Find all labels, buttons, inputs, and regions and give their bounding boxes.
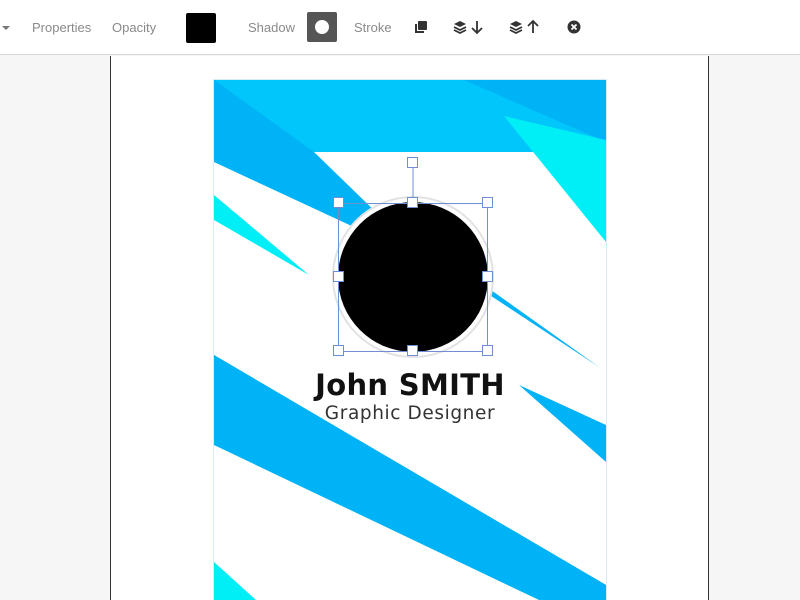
shadow-label: Shadow xyxy=(248,20,295,35)
send-backward-button[interactable] xyxy=(452,14,486,40)
avatar-placeholder[interactable] xyxy=(336,202,490,356)
resize-handle-s[interactable] xyxy=(407,345,418,356)
person-job-title[interactable]: Graphic Designer xyxy=(214,403,606,424)
resize-handle-sw[interactable] xyxy=(333,345,344,356)
stroke-button[interactable]: Stroke xyxy=(354,20,392,35)
opacity-button[interactable]: Opacity xyxy=(112,20,156,35)
properties-button[interactable]: Properties xyxy=(32,20,91,35)
send-backward-icon xyxy=(453,21,483,35)
rotate-handle[interactable] xyxy=(407,157,418,168)
bring-forward-button[interactable] xyxy=(508,14,542,40)
resize-handle-w[interactable] xyxy=(333,271,344,282)
toolbar: Properties Opacity Shadow Stroke xyxy=(0,0,800,55)
resize-handle-n[interactable] xyxy=(407,197,418,208)
shadow-toggle[interactable] xyxy=(307,12,337,42)
duplicate-button[interactable] xyxy=(412,14,430,40)
resize-handle-e[interactable] xyxy=(482,271,493,282)
person-name[interactable]: John SMITH xyxy=(214,368,606,402)
resize-handle-nw[interactable] xyxy=(333,197,344,208)
bring-forward-icon xyxy=(509,19,539,35)
delete-button[interactable] xyxy=(566,14,582,40)
fill-color-swatch[interactable] xyxy=(186,13,216,43)
circle-icon xyxy=(315,20,329,34)
close-circle-icon xyxy=(567,20,581,34)
resize-handle-se[interactable] xyxy=(482,345,493,356)
resize-handle-ne[interactable] xyxy=(482,197,493,208)
copy-icon xyxy=(415,21,427,33)
dropdown-caret-icon[interactable] xyxy=(2,0,10,55)
